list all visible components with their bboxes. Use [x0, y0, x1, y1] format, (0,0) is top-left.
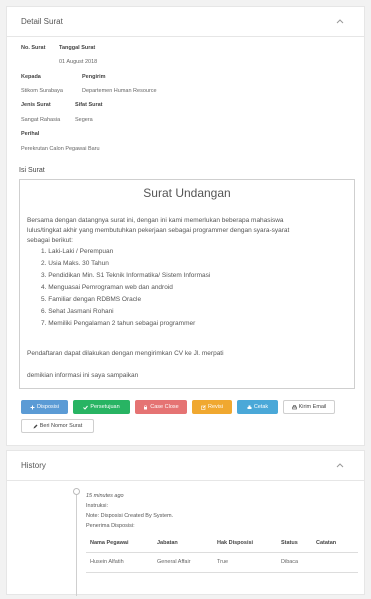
kirim-email-button-label: Kirim Email	[298, 404, 327, 410]
history-panel-title: History	[21, 461, 46, 470]
requirement-item: 1. Laki-Laki / Perempuan	[41, 248, 114, 255]
no-surat-label: No. Surat	[21, 45, 46, 51]
persetujuan-button-label: Persetujuan	[90, 404, 120, 410]
pengirim-value: Departemen Human Resource	[82, 88, 157, 94]
column-header-nama-pegawai: Nama Pegawai	[90, 540, 129, 546]
table-divider	[86, 572, 358, 573]
detail-panel-title: Detail Surat	[21, 17, 63, 26]
persetujuan-button[interactable]: Persetujuan	[73, 400, 130, 414]
disposisi-button-label: Disposisi	[36, 404, 59, 410]
column-header-jabatan: Jabatan	[157, 540, 178, 546]
letter-intro-line-2: lulus/tingkat akhir yang membutuhkan pek…	[27, 227, 290, 234]
history-note: Note: Disposisi Created By System.	[86, 513, 174, 519]
history-instruksi: Instruksi:	[86, 503, 109, 509]
disposisi-button[interactable]: Disposisi	[21, 400, 68, 414]
print-icon	[247, 405, 252, 409]
requirement-item: 3. Pendidikan Min. S1 Teknik Informatika…	[41, 272, 211, 279]
jenis-surat-value: Sangat Rahasia	[21, 117, 61, 123]
table-cell-nama: Husein Alfatih	[90, 559, 124, 565]
printer-icon	[291, 404, 297, 409]
perihal-label: Perihal	[21, 131, 40, 137]
history-panel: History 15 minutes ago Instruksi: Note: …	[6, 450, 365, 596]
letter-closing-line-1: Pendaftaran dapat dilakukan dengan mengi…	[27, 350, 224, 357]
beri-nomor-surat-button-label: Beri Nomor Surat	[39, 423, 83, 429]
requirement-item: 4. Menguasai Pemrograman web dan android	[41, 284, 173, 291]
sifat-surat-label: Sifat Surat	[75, 102, 103, 108]
table-divider	[86, 552, 358, 553]
tanggal-surat-value: 01 August 2018	[59, 59, 98, 65]
beri-nomor-surat-button[interactable]: Beri Nomor Surat	[21, 419, 94, 433]
requirement-item: 5. Familiar dengan RDBMS Oracle	[41, 296, 142, 303]
letter-closing-line-2: demikian informasi ini saya sampaikan	[27, 372, 139, 379]
timeline-dot	[73, 488, 80, 495]
edit-icon	[201, 404, 206, 410]
chevron-up-icon[interactable]	[334, 15, 346, 27]
table-cell-hak-disposisi: True	[217, 559, 229, 565]
case-close-button[interactable]: Case Close	[135, 400, 187, 414]
check-icon	[83, 405, 89, 410]
requirement-item: 2. Usia Maks. 30 Tahun	[41, 260, 109, 267]
plus-icon	[30, 405, 35, 409]
kirim-email-button[interactable]: Kirim Email	[283, 400, 335, 414]
history-penerima: Penerima Disposisi:	[86, 523, 135, 529]
history-panel-header: History	[7, 451, 364, 481]
table-cell-status: Dibaca	[281, 559, 299, 565]
timeline-line	[76, 489, 77, 596]
column-header-hak-disposisi: Hak Disposisi	[217, 540, 254, 546]
detail-panel-header: Detail Surat	[7, 7, 364, 37]
perihal-value: Perekrutan Calon Pegawai Baru	[21, 146, 100, 152]
revisi-button[interactable]: Revisi	[192, 400, 232, 414]
kepada-value: Stikom Surabaya	[21, 88, 63, 94]
letter-body: Surat Undangan Bersama dengan datangnya …	[19, 179, 355, 389]
case-close-button-label: Case Close	[150, 404, 179, 410]
requirement-item: 6. Sehat Jasmani Rohani	[41, 308, 114, 315]
jenis-surat-label: Jenis Surat	[21, 102, 51, 108]
letter-intro-line-3: sebagai berikut:	[27, 237, 73, 244]
kepada-label: Kepada	[21, 74, 41, 80]
pengirim-label: Pengirim	[82, 74, 106, 80]
pencil-icon	[33, 424, 38, 428]
detail-surat-panel: Detail Surat No. Surat Tanggal Surat 01 …	[6, 6, 365, 446]
revisi-button-label: Revisi	[208, 404, 223, 410]
column-header-catatan: Catatan	[316, 540, 337, 546]
letter-intro-line-1: Bersama dengan datangnya surat ini, deng…	[27, 217, 284, 224]
letter-title: Surat Undangan	[143, 186, 231, 200]
sifat-surat-value: Segera	[75, 117, 93, 123]
table-cell-jabatan: General Affair	[157, 559, 191, 565]
chevron-up-icon[interactable]	[334, 459, 346, 471]
requirement-item: 7. Memiliki Pengalaman 2 tahun sebagai p…	[41, 320, 196, 327]
cetak-button-label: Cetak	[253, 404, 269, 410]
isi-surat-label: Isi Surat	[19, 167, 45, 174]
column-header-status: Status	[281, 540, 298, 546]
cetak-button[interactable]: Cetak	[237, 400, 278, 414]
history-time: 15 minutes ago	[86, 493, 124, 499]
tanggal-surat-label: Tanggal Surat	[59, 45, 96, 51]
lock-icon	[144, 404, 148, 409]
